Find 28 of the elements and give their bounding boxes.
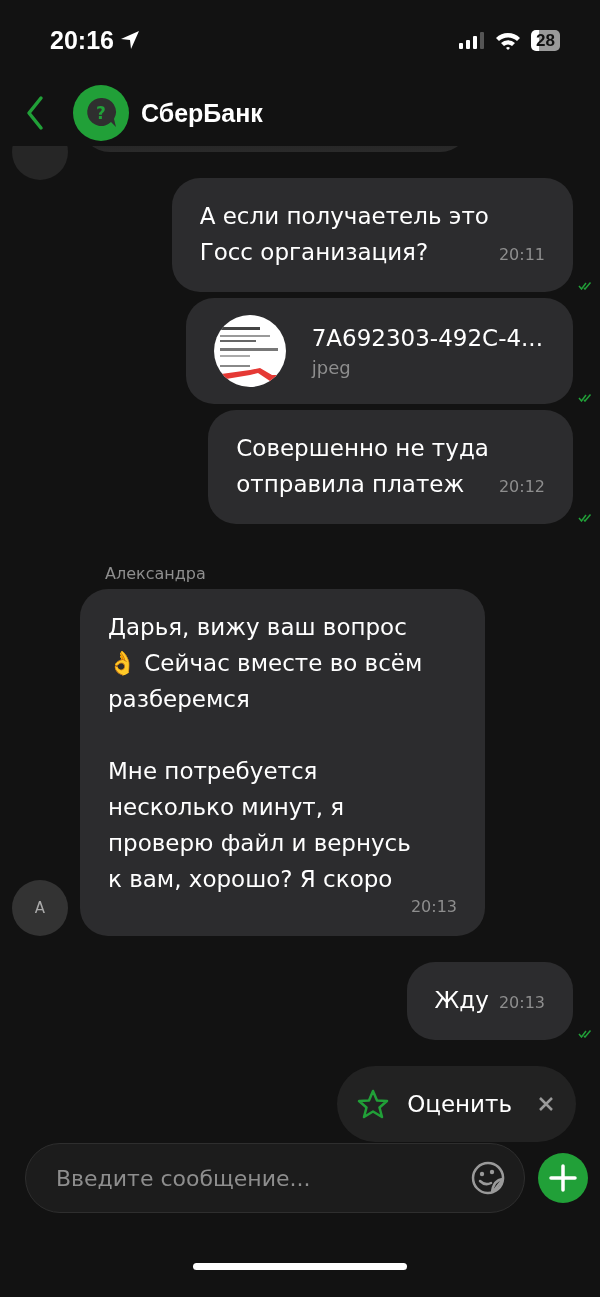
message-time: 20:11	[498, 244, 545, 266]
chat-avatar-icon: ?	[73, 85, 129, 141]
message-text: Дарья, вижу ваш вопрос 👌 Сейчас вместе во всём разберемся Мне потребуется несколько минут, я проверю файл и вернусь к вам, хорошо? Я скоро	[108, 613, 424, 894]
sender-name: Александра	[105, 564, 207, 583]
avatar: А	[12, 880, 68, 936]
chat-title: СберБанк	[141, 98, 263, 128]
location-arrow-icon	[119, 30, 140, 50]
status-time: 20:16	[50, 25, 114, 55]
rate-chip[interactable]: Оценить	[337, 1066, 576, 1142]
message-text: Жду	[434, 986, 489, 1015]
rate-label[interactable]: Оценить	[407, 1091, 512, 1117]
wifi-icon	[495, 30, 522, 50]
file-type: jpeg	[311, 356, 352, 378]
back-icon[interactable]	[25, 95, 45, 131]
file-bubble[interactable]: 7A692303-492C-4... jpeg	[185, 298, 573, 404]
message-input-field[interactable]: Введите сообщение...	[54, 1164, 470, 1192]
message-text: А если получаетель это Госс организация?	[199, 202, 489, 267]
message-time: 20:13	[498, 992, 545, 1014]
file-name: 7A692303-492C-4...	[311, 324, 543, 351]
sticker-icon[interactable]	[470, 1160, 506, 1196]
signal-icon	[459, 31, 486, 49]
message-time: 20:13	[409, 897, 457, 916]
message-text: Совершенно не туда отправила платеж	[236, 434, 489, 499]
close-icon[interactable]	[538, 1096, 554, 1112]
message-time: 20:12	[498, 476, 545, 498]
plus-icon[interactable]	[538, 1153, 588, 1203]
star-icon	[357, 1089, 390, 1119]
message-field[interactable]: Введите сообщение...	[25, 1143, 525, 1213]
